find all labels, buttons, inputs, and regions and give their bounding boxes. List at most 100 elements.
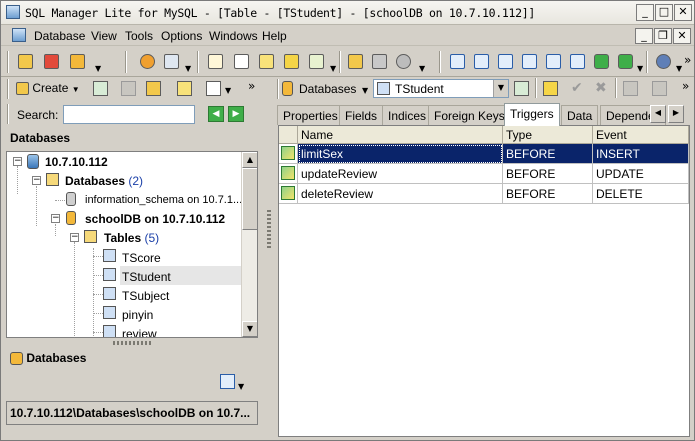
menu-options[interactable]: Options [161,29,202,43]
trigger-name[interactable]: limitSex [298,144,503,164]
tools-button[interactable] [369,51,391,73]
create-button[interactable]: Create ▼ [13,80,83,98]
lightning-icon[interactable] [543,81,558,96]
tab-triggers[interactable]: Triggers [504,103,560,126]
menu-database[interactable]: Database [34,29,85,43]
tree-item-schooldb[interactable]: schoolDB on 10.7.10.112 [85,212,225,226]
toolbar-overflow-icon[interactable]: » [682,79,689,93]
chevron-down-icon[interactable]: ▼ [362,86,368,95]
tab-foreign-keys[interactable]: Foreign Keys [428,105,511,125]
child-minimize-button[interactable]: _ [635,28,653,44]
tree-collapse-toggle[interactable]: − [13,157,22,166]
tree-item-server[interactable]: 10.7.10.112 [45,155,108,169]
child-window-icon[interactable] [12,28,26,42]
minimize-all-button[interactable] [543,51,565,73]
scrollbar-thumb[interactable] [242,168,257,230]
chevron-down-icon[interactable]: ▼ [330,64,336,73]
database-tree[interactable]: − 10.7.10.112 − Databases (2) informatio… [6,151,258,338]
trigger-type[interactable]: BEFORE [503,144,593,164]
menu-windows[interactable]: Windows [209,29,258,43]
tree-collapse-toggle[interactable]: − [70,233,79,242]
db-combo-label[interactable]: Databases [299,82,356,96]
tile-vertical-button[interactable] [519,51,541,73]
tree-item-tstudent[interactable]: TStudent [122,270,171,284]
trigger-name[interactable]: updateReview [298,164,503,184]
db-properties-button[interactable] [67,51,89,73]
table-row[interactable]: updateReview BEFORE UPDATE [279,164,689,184]
search-prev-icon[interactable]: ◀ [208,106,224,122]
tree-item-information-schema[interactable]: information_schema on 10.7.1... [85,194,242,206]
forward-button[interactable] [615,51,637,73]
chevron-down-icon[interactable]: ▼ [676,64,682,73]
tile-button[interactable] [471,51,493,73]
pane-splitter[interactable] [263,78,275,440]
chevron-down-icon[interactable]: ▼ [185,64,191,73]
trigger-type[interactable]: BEFORE [503,184,593,204]
query-builder-button[interactable] [231,51,253,73]
connect-button[interactable] [137,51,159,73]
splitter-grip[interactable] [267,208,271,248]
chevron-down-icon[interactable]: ▼ [419,64,425,73]
column-header-type[interactable]: Type [503,126,593,144]
column-header-event[interactable]: Event [593,126,689,144]
tab-data[interactable]: Data [561,105,599,125]
navigator-icon[interactable] [220,374,235,389]
services-button[interactable] [393,51,415,73]
tree-item-tsubject[interactable]: TSubject [122,289,169,303]
maximize-button[interactable]: □ [655,4,673,21]
tree-item-tscore[interactable]: TScore [122,251,161,265]
run-button[interactable] [281,51,303,73]
chevron-down-icon[interactable]: ▼ [637,64,643,73]
disconnect-button[interactable] [161,51,183,73]
scroll-down-icon[interactable]: ▼ [242,321,257,337]
tree-item-tables[interactable]: Tables (5) [104,231,159,245]
close-all-button[interactable] [567,51,589,73]
table-select[interactable]: TStudent ▼ [373,79,509,98]
chevron-down-icon[interactable]: ▼ [225,86,231,95]
back-button[interactable] [591,51,613,73]
tab-properties[interactable]: Properties [277,105,344,125]
panel-resize-handle[interactable] [113,341,153,345]
chevron-down-icon[interactable]: ▼ [238,382,244,391]
options-button[interactable] [653,51,675,73]
script-icon[interactable] [177,81,192,96]
table-row[interactable]: limitSex BEFORE INSERT [279,144,689,164]
menu-help[interactable]: Help [262,29,287,43]
tree-collapse-toggle[interactable]: − [51,214,60,223]
tab-fields[interactable]: Fields [339,105,384,125]
table-row[interactable]: deleteReview BEFORE DELETE [279,184,689,204]
chevron-down-icon[interactable]: ▼ [493,80,508,97]
child-restore-button[interactable]: ❐ [654,28,672,44]
trigger-name[interactable]: deleteReview [298,184,503,204]
child-close-button[interactable]: ✕ [673,28,691,44]
tree-item-pinyin[interactable]: pinyin [122,308,153,322]
menu-tools[interactable]: Tools [125,29,153,43]
menu-view[interactable]: View [91,29,117,43]
tree-item-databases[interactable]: Databases (2) [65,174,143,188]
trigger-event[interactable]: INSERT [593,144,689,164]
new-object-button[interactable] [306,51,328,73]
register-db-button[interactable] [15,51,37,73]
tree-collapse-toggle[interactable]: − [32,176,41,185]
sql-editor-button[interactable] [205,51,227,73]
column-header-name[interactable]: Name [298,126,503,144]
trigger-event[interactable]: UPDATE [593,164,689,184]
edit-object-icon[interactable] [146,81,161,96]
search-input[interactable] [63,105,195,124]
toolbar-overflow-icon[interactable]: » [248,79,255,93]
refresh-icon[interactable] [93,81,108,96]
minimize-button[interactable]: _ [636,4,654,21]
tab-indices[interactable]: Indices [382,105,433,125]
tree-item-review[interactable]: review [122,327,157,337]
tab-scroll-right-icon[interactable]: ▶ [668,105,684,123]
refresh-icon[interactable] [514,81,529,96]
export-button[interactable] [345,51,367,73]
toolbar-overflow-icon[interactable]: » [684,53,691,67]
unregister-db-button[interactable] [41,51,63,73]
tile-horizontal-button[interactable] [495,51,517,73]
triggers-grid[interactable]: Name Type Event limitSex BEFORE INSERT u… [278,125,690,437]
trigger-event[interactable]: DELETE [593,184,689,204]
trigger-type[interactable]: BEFORE [503,164,593,184]
tree-scrollbar[interactable]: ▲ ▼ [241,152,257,337]
databases-bottom-header[interactable]: Databases [6,348,258,370]
